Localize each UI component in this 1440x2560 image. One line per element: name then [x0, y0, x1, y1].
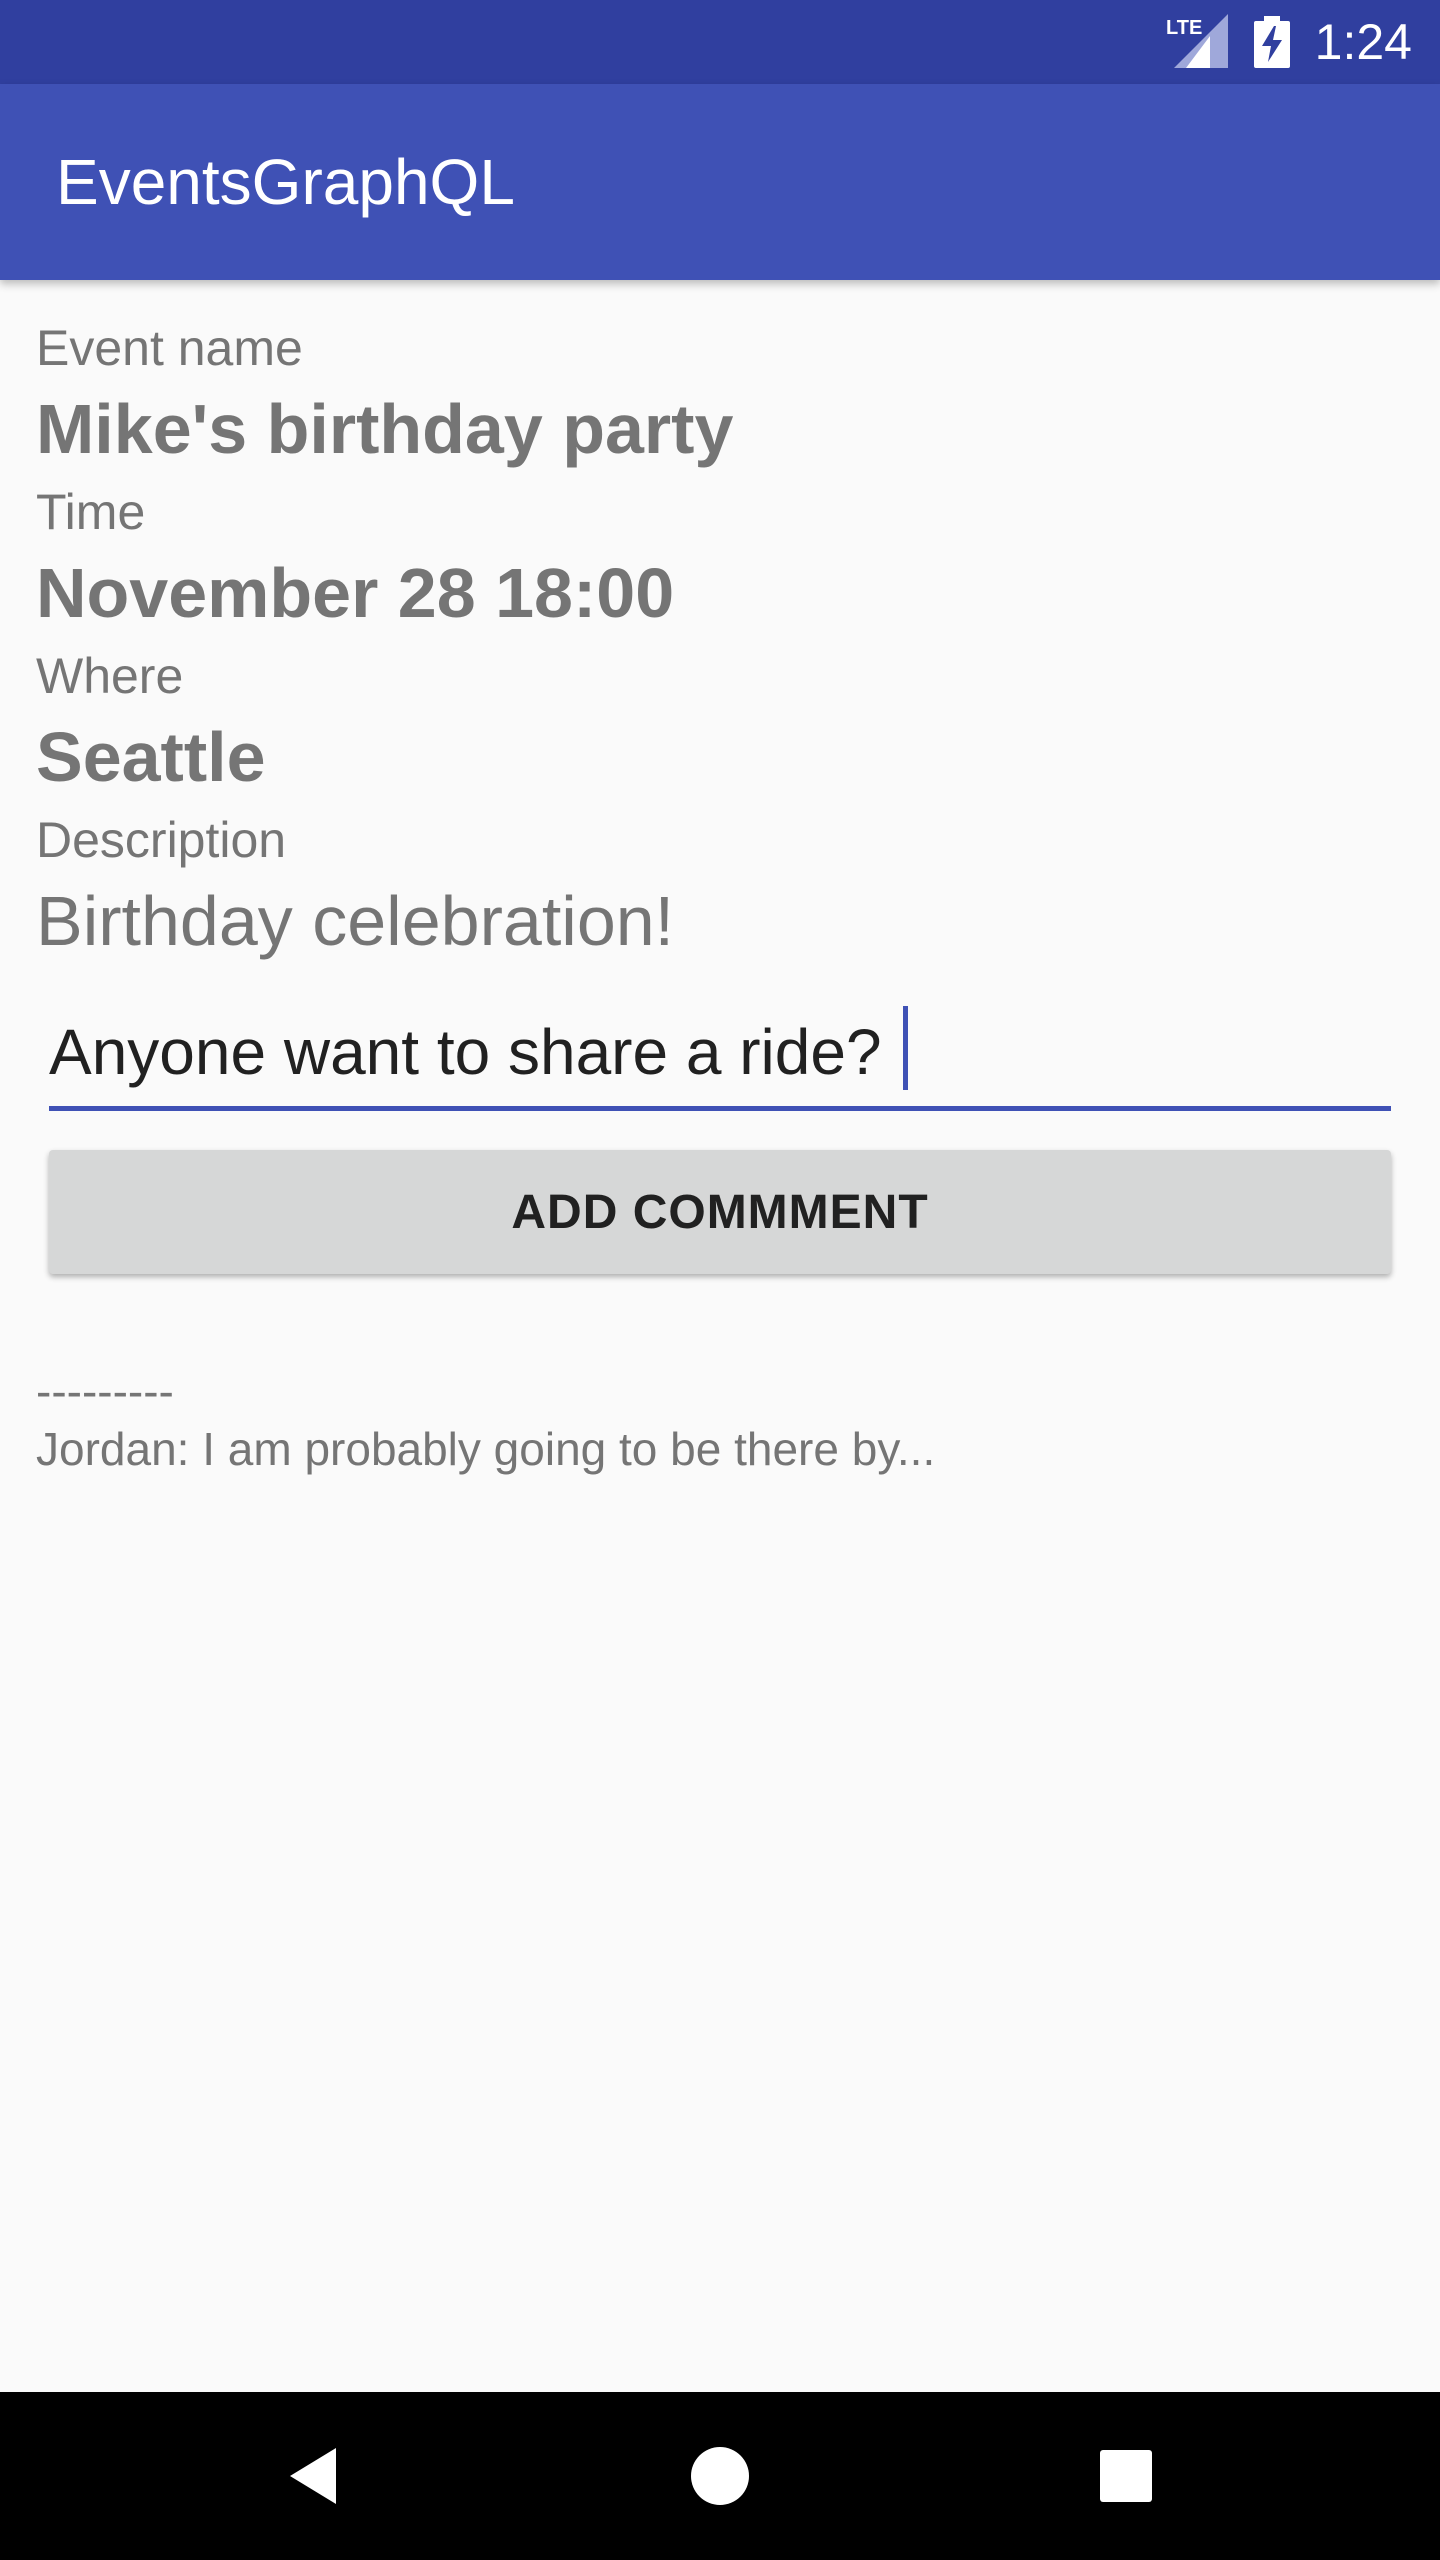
navigation-bar [0, 2392, 1440, 2560]
event-where-label: Where [36, 648, 184, 704]
comment-divider: --------- [36, 1365, 174, 1417]
comment-field [49, 1002, 1391, 1111]
home-circle-icon[interactable] [672, 2428, 768, 2524]
lte-signal-icon: LTE [1166, 14, 1228, 68]
status-bar: LTE 1:24 [0, 0, 1440, 84]
status-time: 1:24 [1314, 14, 1412, 70]
event-details: Event name Mike's birthday party Time No… [36, 316, 1404, 972]
event-name-value: Mike's birthday party [36, 390, 734, 468]
comment-item: Jordan: I am probably going to be there … [36, 1423, 936, 1475]
battery-charging-icon [1254, 16, 1290, 68]
network-label: LTE [1166, 17, 1202, 39]
text-cursor [903, 1006, 908, 1090]
comments-list: --------- Jordan: I am probably going to… [36, 1362, 1404, 1478]
event-time-value: November 28 18:00 [36, 554, 675, 632]
event-name-label: Event name [36, 320, 303, 376]
event-time-label: Time [36, 484, 146, 540]
app-bar: EventsGraphQL [0, 84, 1440, 280]
add-comment-button[interactable]: ADD COMMMENT [49, 1150, 1391, 1274]
recents-square-icon[interactable] [1078, 2428, 1174, 2524]
comment-input[interactable] [49, 1002, 1391, 1102]
app-title: EventsGraphQL [56, 146, 515, 218]
back-triangle-icon[interactable] [268, 2428, 364, 2524]
event-description-label: Description [36, 812, 287, 868]
event-description-value: Birthday celebration! [36, 882, 675, 960]
event-where-value: Seattle [36, 718, 266, 796]
